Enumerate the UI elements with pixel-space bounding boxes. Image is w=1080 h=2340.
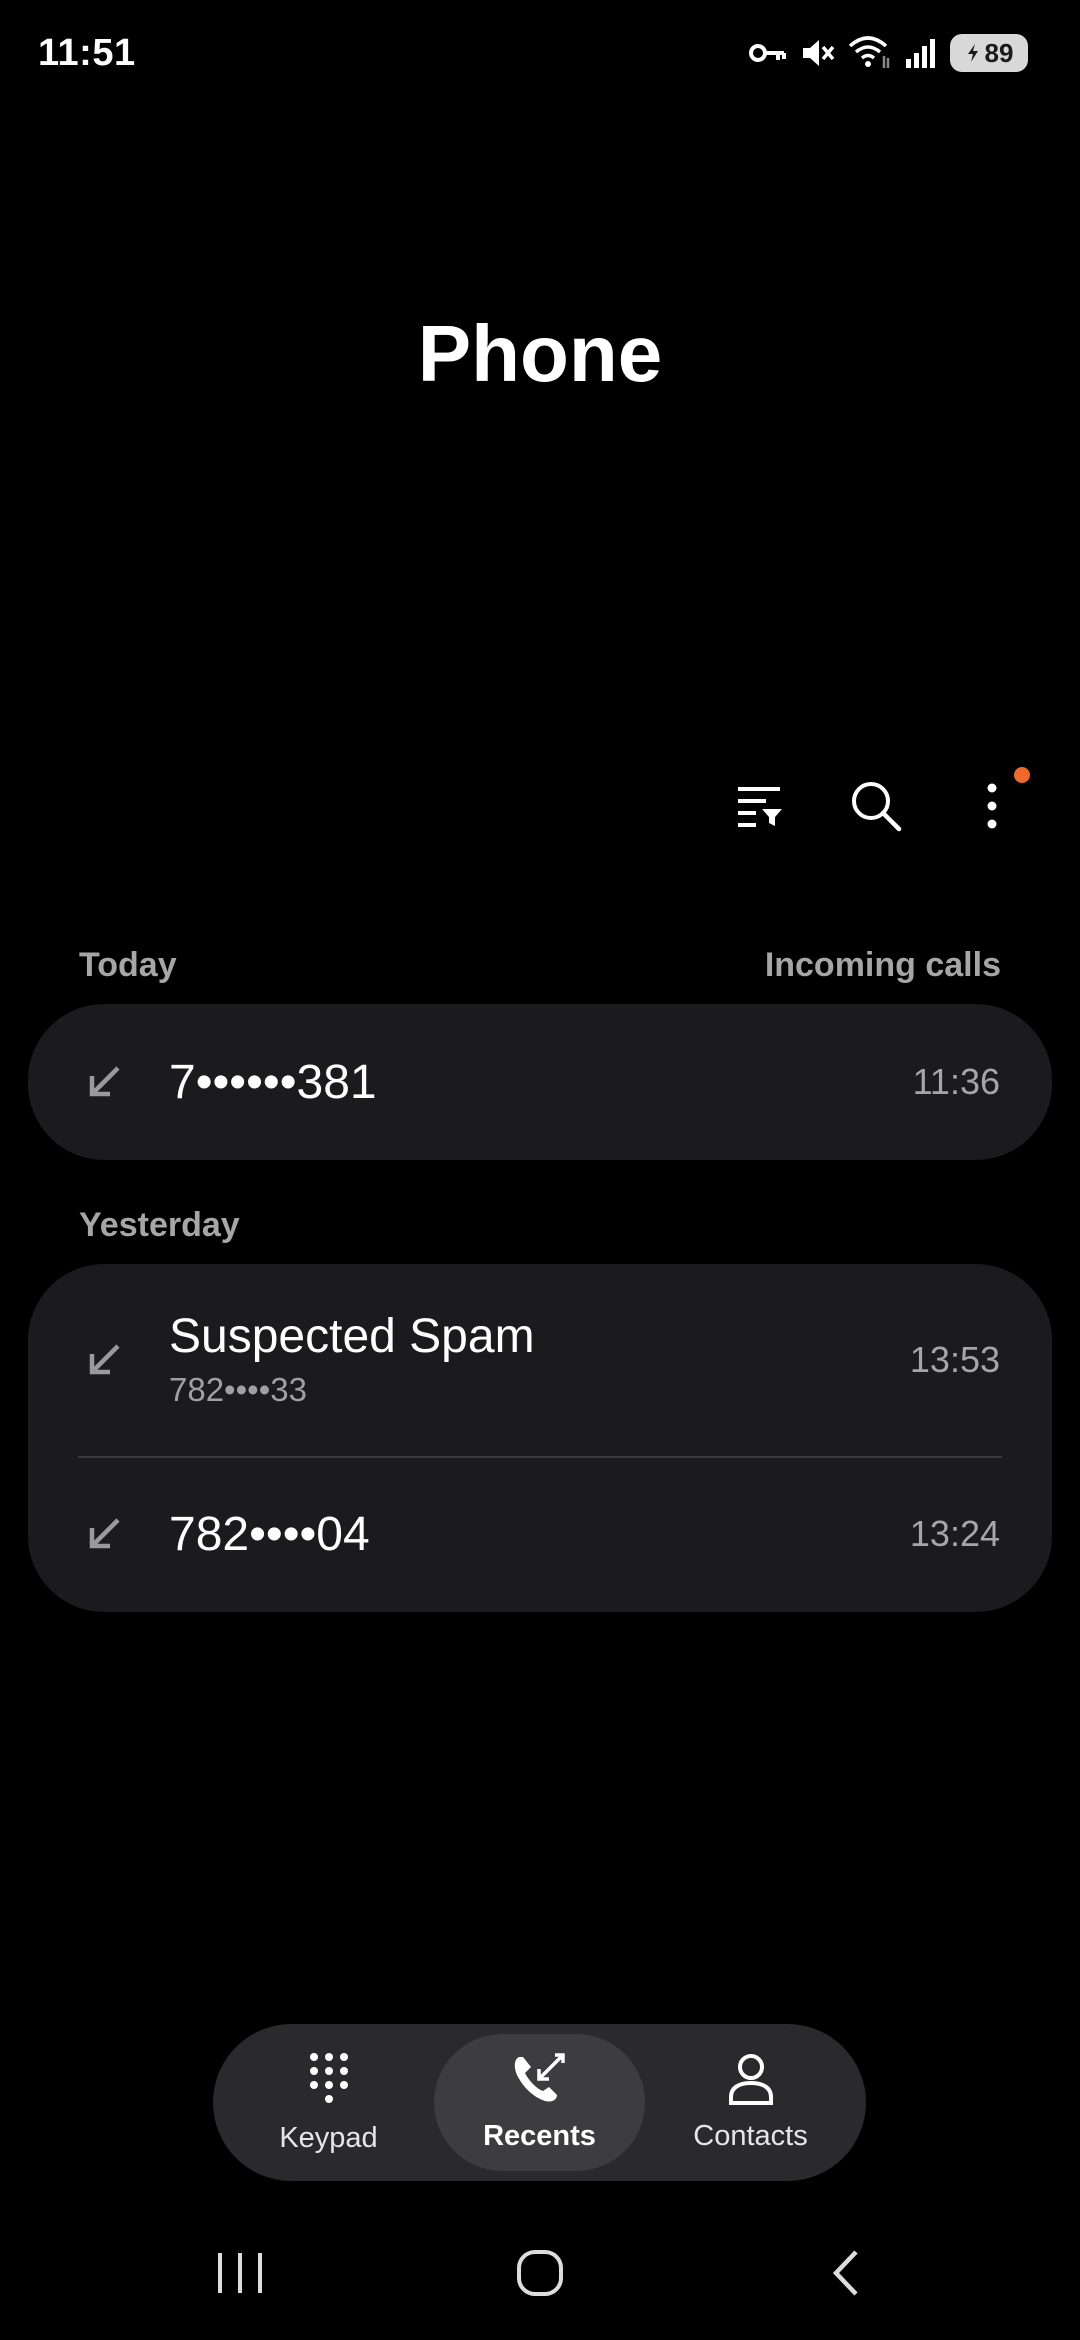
phone-screen: 11:51 89 Phone Today Incoming calls 7•••… [0, 0, 1080, 2340]
filter-icon [736, 785, 784, 832]
wifi-icon [848, 36, 892, 70]
tab-label: Recents [483, 2119, 596, 2152]
recent-apps-button[interactable] [200, 2240, 280, 2310]
home-icon [515, 2248, 565, 2303]
call-time: 13:53 [909, 1339, 1000, 1380]
call-log-row[interactable]: Suspected Spam 782••••33 13:53 [28, 1264, 1052, 1456]
call-number: 782••••33 [169, 1371, 307, 1409]
back-icon [828, 2248, 862, 2303]
call-time: 13:24 [909, 1513, 1000, 1554]
recent-apps-icon [216, 2251, 264, 2300]
home-button[interactable] [500, 2240, 580, 2310]
call-log-row[interactable]: 782••••04 13:24 [28, 1456, 1052, 1612]
notification-dot [1014, 767, 1030, 783]
page-title: Phone [417, 309, 663, 398]
incoming-call-icon [84, 1340, 124, 1380]
filter-button[interactable] [722, 775, 798, 841]
caller-label: Suspected Spam [169, 1309, 535, 1363]
tab-keypad[interactable]: Keypad [223, 2034, 434, 2171]
battery-level: 89 [984, 37, 1014, 68]
section-label-yesterday: Yesterday [79, 1206, 240, 1244]
call-info: 782••••04 [169, 1507, 370, 1562]
signal-icon [904, 37, 938, 69]
incoming-call-icon [84, 1062, 124, 1102]
contacts-icon [728, 2053, 774, 2110]
bottom-navigation: Keypad Recents Contacts [213, 2024, 866, 2181]
keypad-icon [308, 2051, 350, 2112]
search-icon [850, 780, 902, 837]
call-number: 782••••04 [169, 1507, 370, 1561]
status-icons: 89 [748, 34, 1028, 72]
toolbar [722, 767, 1030, 841]
tab-contacts[interactable]: Contacts [645, 2034, 856, 2171]
search-button[interactable] [838, 775, 914, 841]
tab-label: Contacts [693, 2119, 808, 2152]
today-calls-card: 7••••••381 11:36 [28, 1004, 1052, 1160]
call-filter-label[interactable]: Incoming calls [765, 946, 1001, 985]
recents-icon [511, 2052, 569, 2110]
status-time: 11:51 [38, 32, 136, 74]
status-bar: 11:51 89 [0, 0, 1080, 110]
battery-icon: 89 [950, 34, 1028, 72]
section-label-today: Today [79, 946, 177, 984]
mute-icon [800, 36, 836, 70]
tab-recents[interactable]: Recents [434, 2034, 645, 2171]
system-navigation [0, 2240, 1080, 2310]
call-time: 11:36 [912, 1061, 1000, 1102]
more-options-button[interactable] [954, 767, 1030, 841]
call-log-row[interactable]: 7••••••381 11:36 [28, 1004, 1052, 1160]
incoming-call-icon [84, 1514, 124, 1554]
call-number: 7••••••381 [169, 1055, 377, 1109]
back-button[interactable] [805, 2240, 885, 2310]
tab-label: Keypad [279, 2121, 378, 2154]
vpn-key-icon [748, 40, 788, 66]
section-header-today: Today Incoming calls [79, 946, 1001, 985]
call-info: 7••••••381 [169, 1055, 377, 1110]
more-vert-icon [986, 783, 998, 834]
call-info: Suspected Spam 782••••33 [169, 1309, 535, 1410]
yesterday-calls-card: Suspected Spam 782••••33 13:53 782••••04… [28, 1264, 1052, 1612]
section-header-yesterday: Yesterday [79, 1206, 1001, 1245]
